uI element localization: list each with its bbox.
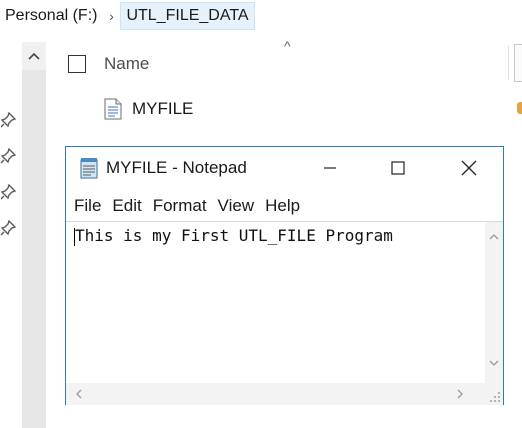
sort-ascending-icon: ^ <box>284 38 291 54</box>
pin-icon[interactable] <box>0 148 16 164</box>
address-bar[interactable]: Personal (F:) › UTL_FILE_DATA <box>0 0 522 32</box>
document-text[interactable]: This is my First UTL_FILE Program <box>75 225 393 247</box>
scroll-up-button[interactable] <box>22 42 46 70</box>
menu-edit[interactable]: Edit <box>112 196 141 216</box>
text-cursor <box>74 228 75 246</box>
menu-help[interactable]: Help <box>265 196 300 216</box>
minimize-button[interactable] <box>306 147 354 189</box>
window-title: MYFILE - Notepad <box>106 158 247 177</box>
vertical-scrollbar[interactable] <box>485 222 503 384</box>
horizontal-scrollbar[interactable] <box>66 383 485 405</box>
text-editor[interactable]: This is my First UTL_FILE Program <box>66 221 503 405</box>
chevron-up-icon <box>28 52 40 60</box>
navigation-scrollbar[interactable] <box>22 42 46 428</box>
file-name: MYFILE <box>132 99 194 118</box>
file-icon-partial <box>517 102 522 114</box>
maximize-button[interactable] <box>374 147 422 189</box>
column-header-name[interactable]: Name <box>68 52 149 76</box>
breadcrumb-drive[interactable]: Personal (F:) <box>0 1 102 31</box>
column-header-label: Name <box>104 54 150 73</box>
column-divider[interactable] <box>508 46 509 80</box>
text-file-icon <box>104 98 122 120</box>
chevron-left-icon[interactable] <box>75 389 82 399</box>
notepad-icon <box>80 158 98 179</box>
breadcrumb-folder[interactable]: UTL_FILE_DATA <box>120 2 255 30</box>
chevron-right-icon[interactable] <box>457 389 464 399</box>
pin-icon[interactable] <box>0 220 16 236</box>
menu-view[interactable]: View <box>218 196 255 216</box>
column-header-next[interactable] <box>514 44 522 82</box>
select-all-checkbox[interactable] <box>68 55 86 73</box>
chevron-up-icon[interactable] <box>489 233 499 240</box>
resize-grip[interactable] <box>485 383 503 405</box>
menu-bar: File Edit Format View Help <box>66 193 503 219</box>
menu-file[interactable]: File <box>74 196 101 216</box>
pin-icon[interactable] <box>0 184 16 200</box>
notepad-window[interactable]: MYFILE - Notepad File Edit Format View H… <box>65 146 504 405</box>
close-icon <box>461 160 477 176</box>
navigation-pane <box>0 32 22 428</box>
title-bar[interactable]: MYFILE - Notepad <box>66 147 503 189</box>
close-button[interactable] <box>445 147 493 189</box>
resize-grip-icon <box>490 392 500 402</box>
list-item[interactable]: MYFILE <box>104 96 193 122</box>
minimize-icon <box>324 167 336 169</box>
maximize-icon <box>391 161 405 175</box>
chevron-down-icon[interactable] <box>489 360 499 367</box>
chevron-right-icon[interactable]: › <box>102 8 120 24</box>
menu-format[interactable]: Format <box>153 196 207 216</box>
pin-icon[interactable] <box>0 112 16 128</box>
